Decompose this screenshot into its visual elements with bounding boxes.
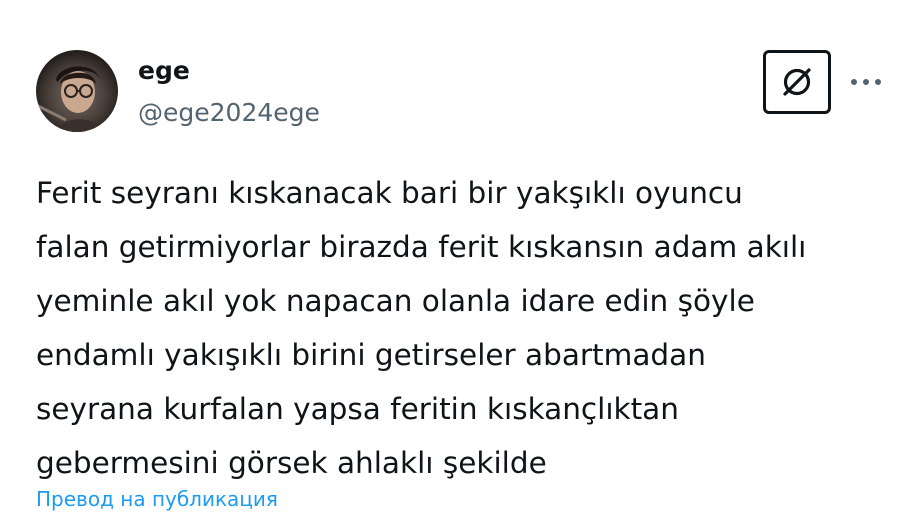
more-horizontal-icon xyxy=(851,79,881,85)
translate-post-link[interactable]: Превод на публикация xyxy=(36,484,278,514)
author-display-name[interactable]: ege xyxy=(138,56,190,86)
post-card: ege @ege2024ege Ferit seyranı kıskanacak… xyxy=(0,0,921,525)
post-text-line: falan getirmiyorlar birazda ferit kıskan… xyxy=(36,230,807,264)
post-text-line: seyrana kurfalan yapsa feritin kıskançlı… xyxy=(36,392,679,426)
grok-icon xyxy=(783,68,811,96)
post-text-line: yeminle akıl yok napacan olanla idare ed… xyxy=(36,284,755,318)
grok-button[interactable] xyxy=(763,50,831,114)
avatar[interactable] xyxy=(36,50,118,132)
profile-photo-avatar xyxy=(37,66,100,132)
post-text-line: Ferit seyranı kıskanacak bari bir yakşık… xyxy=(36,176,743,210)
author-handle[interactable]: @ege2024ege xyxy=(138,98,320,128)
post-text-line: endamlı yakışıklı birini getirseler abar… xyxy=(36,338,706,372)
post-text: Ferit seyranı kıskanacak bari bir yakşık… xyxy=(36,166,896,490)
post-text-line: gebermesini görsek ahlaklı şekilde xyxy=(36,446,547,480)
more-options-button[interactable] xyxy=(846,70,886,94)
